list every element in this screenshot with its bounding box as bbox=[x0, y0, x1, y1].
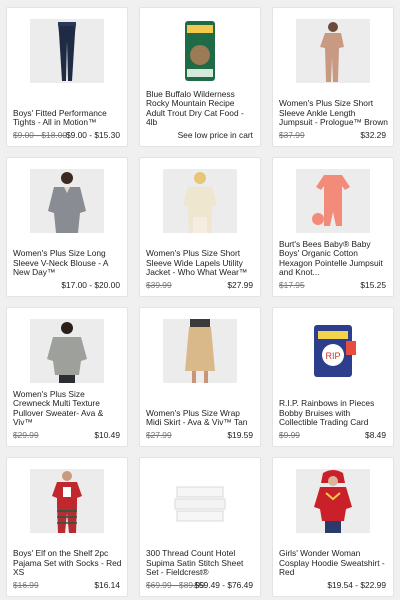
hoodie-image[interactable] bbox=[296, 469, 370, 533]
product-title[interactable]: Women's Plus Size Wrap Midi Skirt - Ava … bbox=[146, 409, 255, 427]
original-price: $16.99 bbox=[13, 580, 39, 590]
sale-price: $9.00 - $15.30 bbox=[65, 130, 120, 140]
original-price: $27.99 bbox=[146, 430, 172, 440]
baby-jumpsuit-image[interactable] bbox=[296, 169, 370, 233]
product-title[interactable]: Boys' Elf on the Shelf 2pc Pajama Set wi… bbox=[13, 549, 122, 577]
product-title[interactable]: R.I.P. Rainbows in Pieces Bobby Bruises … bbox=[279, 399, 388, 427]
product-title[interactable]: Blue Buffalo Wilderness Rocky Mountain R… bbox=[146, 90, 255, 127]
product-card[interactable]: 300 Thread Count Hotel Supima Satin Stit… bbox=[139, 457, 261, 597]
jumpsuit-image[interactable] bbox=[296, 19, 370, 83]
sale-price: See low price in cart bbox=[177, 130, 253, 140]
original-price: $39.99 bbox=[146, 280, 172, 290]
sale-price: $10.49 bbox=[94, 430, 120, 440]
midi-skirt-image[interactable] bbox=[163, 319, 237, 383]
product-card[interactable]: Women's Plus Size Short Sleeve Ankle Len… bbox=[272, 7, 394, 147]
sweater-image[interactable] bbox=[30, 319, 104, 383]
product-card[interactable]: Boys' Elf on the Shelf 2pc Pajama Set wi… bbox=[6, 457, 128, 597]
original-price: $17.95 bbox=[279, 280, 305, 290]
sale-price: $15.25 bbox=[360, 280, 386, 290]
sale-price: $17.00 - $20.00 bbox=[61, 280, 120, 290]
price-row: $9.00 - $18.00 $9.00 - $15.30 bbox=[13, 130, 120, 140]
sale-price: $32.29 bbox=[360, 130, 386, 140]
toy-package-image[interactable]: RIP bbox=[296, 319, 370, 383]
product-card[interactable]: Women's Plus Size Crewneck Multi Texture… bbox=[6, 307, 128, 447]
product-card[interactable]: Burt's Bees Baby® Baby Boys' Organic Cot… bbox=[272, 157, 394, 297]
product-card[interactable]: Women's Plus Size Long Sleeve V-Neck Blo… bbox=[6, 157, 128, 297]
original-price: $9.99 bbox=[279, 430, 300, 440]
product-title[interactable]: Women's Plus Size Long Sleeve V-Neck Blo… bbox=[13, 249, 122, 277]
product-card[interactable]: RIP R.I.P. Rainbows in Pieces Bobby Brui… bbox=[272, 307, 394, 447]
original-price: $37.99 bbox=[279, 130, 305, 140]
blouse-image[interactable] bbox=[30, 169, 104, 233]
sale-price: $16.14 bbox=[94, 580, 120, 590]
product-title[interactable]: 300 Thread Count Hotel Supima Satin Stit… bbox=[146, 549, 255, 577]
cat-food-bag-image[interactable] bbox=[163, 19, 237, 83]
sale-price: $19.54 - $22.99 bbox=[327, 580, 386, 590]
svg-text:RIP: RIP bbox=[325, 351, 340, 361]
sale-price: $19.59 bbox=[227, 430, 253, 440]
product-title[interactable]: Burt's Bees Baby® Baby Boys' Organic Cot… bbox=[279, 240, 388, 277]
sheet-set-image[interactable] bbox=[163, 469, 237, 533]
original-price: $29.99 bbox=[13, 430, 39, 440]
sale-price: $8.49 bbox=[365, 430, 386, 440]
product-card[interactable]: Women's Plus Size Wrap Midi Skirt - Ava … bbox=[139, 307, 261, 447]
product-title[interactable]: Women's Plus Size Short Sleeve Ankle Len… bbox=[279, 99, 388, 127]
navy-tights-image[interactable] bbox=[30, 19, 104, 83]
product-title[interactable]: Girls' Wonder Woman Cosplay Hoodie Sweat… bbox=[279, 549, 388, 577]
pajama-set-image[interactable] bbox=[30, 469, 104, 533]
product-grid: Boys' Fitted Performance Tights - All in… bbox=[0, 0, 400, 600]
price-row: $69.99 - $89.99 $59.49 - $76.49 bbox=[146, 580, 253, 590]
product-title[interactable]: Women's Plus Size Crewneck Multi Texture… bbox=[13, 390, 122, 427]
product-card[interactable]: Blue Buffalo Wilderness Rocky Mountain R… bbox=[139, 7, 261, 147]
sale-price: $27.99 bbox=[227, 280, 253, 290]
product-title[interactable]: Boys' Fitted Performance Tights - All in… bbox=[13, 109, 122, 127]
product-title[interactable]: Women's Plus Size Short Sleeve Wide Lape… bbox=[146, 249, 255, 277]
original-price: $9.00 - $18.00 bbox=[13, 130, 68, 140]
product-card[interactable]: Boys' Fitted Performance Tights - All in… bbox=[6, 7, 128, 147]
utility-jacket-image[interactable] bbox=[163, 169, 237, 233]
product-card[interactable]: Girls' Wonder Woman Cosplay Hoodie Sweat… bbox=[272, 457, 394, 597]
product-card[interactable]: Women's Plus Size Short Sleeve Wide Lape… bbox=[139, 157, 261, 297]
sale-price: $59.49 - $76.49 bbox=[194, 580, 253, 590]
